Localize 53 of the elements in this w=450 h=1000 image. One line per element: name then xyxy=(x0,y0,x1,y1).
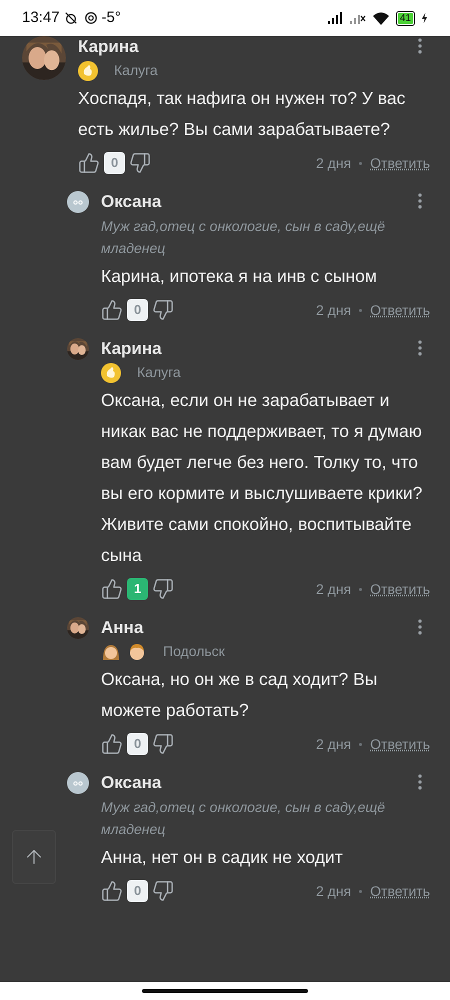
signal-off-icon xyxy=(350,12,366,24)
score-badge: 0 xyxy=(104,152,126,174)
reply-link[interactable]: Ответить xyxy=(370,734,430,754)
location-label: Калуга xyxy=(137,363,181,382)
location-label: Калуга xyxy=(114,61,158,80)
author-name[interactable]: Карина xyxy=(101,338,162,360)
comment-time: 2 дня xyxy=(316,154,352,173)
reply-link[interactable]: Ответить xyxy=(370,880,430,902)
reply-link[interactable]: Ответить xyxy=(370,152,430,174)
score-badge: 0 xyxy=(127,733,148,755)
thumbs-up-icon[interactable] xyxy=(101,299,123,321)
thumbs-up-icon[interactable] xyxy=(101,578,123,600)
user-status: Муж гад,отец с онкологие, сын в саду,ещё младенец xyxy=(101,798,386,839)
thumbs-up-icon[interactable] xyxy=(101,733,123,755)
author-name[interactable]: Оксана xyxy=(101,191,162,213)
comment-time: 2 дня xyxy=(316,734,352,754)
author-name[interactable]: Оксана xyxy=(101,772,162,794)
avatar-icon xyxy=(67,191,89,213)
alarm-off-icon xyxy=(64,11,78,25)
comment-text: Карина, ипотека я на инв с сыном xyxy=(101,265,378,288)
thumbs-up-icon[interactable] xyxy=(78,152,100,174)
wifi-icon xyxy=(372,11,390,25)
comment-text: Оксана, если он не зарабатывает и никак вас не поддерживает, то я думаю вам будет легче без него. Толку то, что вы его кормите и выслушиваете крики? Живите сами спокойно, воспитывайте сына xyxy=(101,389,424,567)
author-name[interactable]: Карина xyxy=(78,36,139,58)
score-badge: 1 xyxy=(127,578,148,600)
battery-icon: 41 xyxy=(396,10,415,26)
comment-time: 2 дня xyxy=(316,882,352,901)
comment-text: Оксана, но он же в сад ходит? Вы можете работать? xyxy=(101,668,378,722)
reply-link[interactable]: Ответить xyxy=(370,300,430,320)
hand-badge-icon xyxy=(78,60,98,80)
user-status: Муж гад,отец с онкологие, сын в саду,ещё младенец xyxy=(101,217,386,258)
comment-time: 2 дня xyxy=(316,580,352,599)
thumbs-down-icon[interactable] xyxy=(152,733,174,755)
location-label: Подольск xyxy=(163,642,225,661)
comment-text: Хоспадя, так нафига он нужен то? У вас есть жилье? Вы сами зарабатываете? xyxy=(78,87,406,141)
boy-badge-icon xyxy=(127,642,147,662)
hand-badge-icon xyxy=(101,362,121,382)
thumbs-down-icon[interactable] xyxy=(129,152,152,174)
author-name[interactable]: Анна xyxy=(101,617,144,639)
clock: 13:47 xyxy=(22,8,60,28)
charging-icon xyxy=(421,12,428,24)
comment-time: 2 дня xyxy=(316,300,352,320)
thumbs-down-icon[interactable] xyxy=(152,299,174,321)
avatar-icon xyxy=(67,772,89,794)
temperature: -5° xyxy=(102,8,121,28)
thumbs-down-icon[interactable] xyxy=(152,578,174,600)
thumbs-down-icon[interactable] xyxy=(152,880,174,902)
comment-text: Анна, нет он в садик не ходит xyxy=(101,846,344,869)
signal-icon xyxy=(328,12,344,24)
reply-link[interactable]: Ответить xyxy=(370,578,430,600)
score-badge: 0 xyxy=(127,299,148,321)
score-badge: 0 xyxy=(127,880,148,902)
thumbs-up-icon[interactable] xyxy=(101,880,123,902)
